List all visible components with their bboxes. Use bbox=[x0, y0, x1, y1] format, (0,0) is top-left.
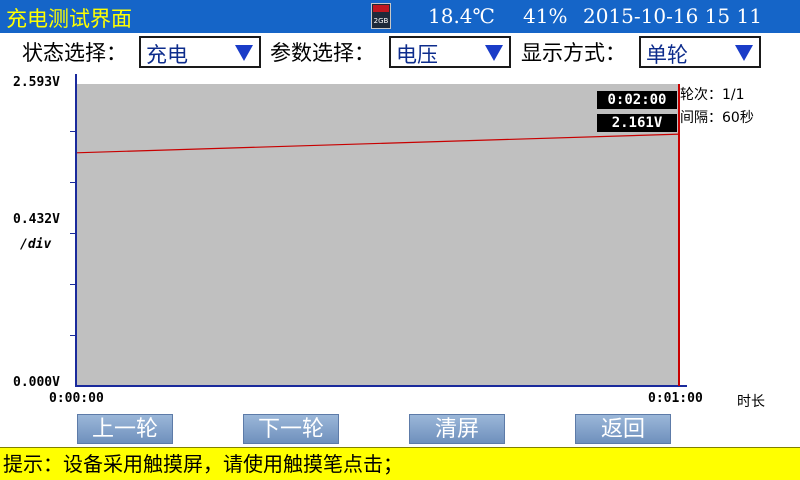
sd-card-icon: 2GB bbox=[371, 3, 391, 29]
state-select[interactable]: 充电 bbox=[139, 36, 261, 68]
param-select-value: 电压 bbox=[396, 43, 438, 67]
x-axis-start-label: 0:00:00 bbox=[49, 391, 104, 406]
y-axis-min-label: 0.000V bbox=[13, 375, 60, 390]
back-button[interactable]: 返回 bbox=[575, 414, 671, 444]
param-select-label: 参数选择： bbox=[270, 41, 375, 65]
display-select-label: 显示方式： bbox=[521, 41, 626, 65]
y-axis-tick bbox=[70, 284, 75, 285]
cursor-time-readout: 0:02:00 bbox=[597, 91, 677, 109]
x-axis-end-label: 0:01:00 bbox=[648, 391, 703, 406]
y-axis-tick bbox=[70, 182, 75, 183]
hint-bar: 提示：设备采用触摸屏，请使用触摸笔点击； bbox=[0, 447, 800, 480]
battery-readout: 41% bbox=[523, 4, 568, 28]
y-axis-tick bbox=[70, 335, 75, 336]
y-axis-mid-label: 0.432V bbox=[13, 212, 60, 227]
y-axis-tick bbox=[70, 233, 75, 234]
cursor-value-readout: 2.161V bbox=[597, 114, 677, 132]
round-info: 轮次：1/1 bbox=[680, 87, 745, 103]
y-axis-tick bbox=[70, 131, 75, 132]
x-axis-title: 时长 bbox=[737, 394, 765, 410]
interval-info: 间隔：60秒 bbox=[680, 110, 754, 126]
display-select[interactable]: 单轮 bbox=[639, 36, 761, 68]
y-axis-div-label: /div bbox=[20, 237, 52, 252]
datetime-readout: 2015-10-16 15 11 bbox=[583, 4, 762, 28]
chevron-down-icon bbox=[735, 45, 753, 61]
param-select[interactable]: 电压 bbox=[389, 36, 511, 68]
x-axis bbox=[75, 385, 687, 387]
chevron-down-icon bbox=[485, 45, 503, 61]
display-select-value: 单轮 bbox=[646, 43, 688, 67]
y-axis bbox=[75, 74, 77, 386]
voltage-series-line bbox=[76, 133, 680, 154]
state-select-value: 充电 bbox=[146, 43, 188, 67]
y-axis-max-label: 2.593V bbox=[13, 75, 60, 90]
next-round-button[interactable]: 下一轮 bbox=[243, 414, 339, 444]
title-bar: 充电测试界面 2GB 18.4℃ 41% 2015-10-16 15 11 bbox=[0, 0, 800, 33]
clear-screen-button[interactable]: 清屏 bbox=[409, 414, 505, 444]
temperature-readout: 18.4℃ bbox=[428, 4, 495, 28]
state-select-label: 状态选择： bbox=[22, 41, 127, 65]
sd-card-label: 2GB bbox=[373, 17, 389, 25]
time-cursor[interactable] bbox=[678, 84, 680, 386]
chevron-down-icon bbox=[235, 45, 253, 61]
prev-round-button[interactable]: 上一轮 bbox=[77, 414, 173, 444]
page-title: 充电测试界面 bbox=[6, 7, 132, 31]
chart-svg bbox=[76, 133, 680, 154]
